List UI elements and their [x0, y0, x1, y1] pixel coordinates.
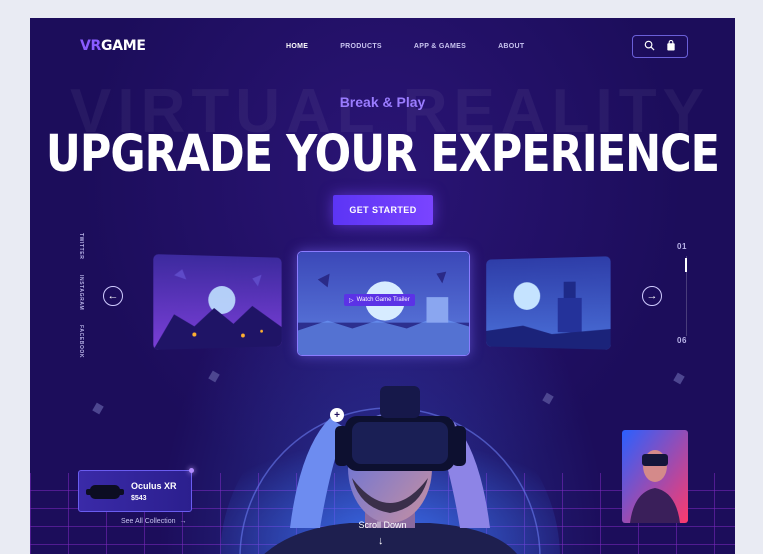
product-price: $543: [131, 495, 147, 502]
product-card[interactable]: Oculus XR $543: [78, 468, 194, 512]
arrow-down-icon[interactable]: ↓: [378, 535, 384, 547]
scroll-down-label: Scroll Down: [358, 520, 407, 530]
product-indicator-dot: [189, 468, 194, 473]
main-nav: HOME PRODUCTS APP & GAMES ABOUT: [286, 43, 524, 50]
game-card-right[interactable]: [486, 256, 611, 350]
game-scene-image: [486, 256, 611, 350]
search-icon[interactable]: [644, 40, 655, 54]
logo-game: GAME: [101, 38, 146, 54]
slider-next-button[interactable]: →: [642, 286, 662, 306]
social-links: TWITTER INSTAGRAM FACEBOOK: [74, 233, 88, 358]
hero-headline: UPGRADE YOUR EXPERIENCE: [45, 125, 720, 184]
slide-total: 06: [677, 336, 687, 345]
watch-trailer-label: Watch Game Trailer: [356, 297, 410, 303]
side-preview-photo[interactable]: [622, 430, 688, 523]
slide-current: 01: [677, 242, 687, 251]
watch-trailer-button[interactable]: ▷ Watch Game Trailer: [344, 294, 415, 306]
landing-page: VRGAME HOME PRODUCTS APP & GAMES ABOUT V…: [30, 18, 735, 554]
arrow-left-icon: ←: [107, 290, 119, 302]
pager-thumb[interactable]: [685, 258, 687, 272]
social-facebook[interactable]: FACEBOOK: [78, 325, 84, 358]
get-started-button[interactable]: GET STARTED: [333, 195, 433, 225]
logo-vr: VR: [80, 38, 102, 54]
plus-icon: +: [334, 409, 340, 421]
social-twitter[interactable]: TWITTER: [78, 233, 84, 259]
nav-icon-group: [632, 35, 688, 58]
shopping-bag-icon[interactable]: [666, 39, 676, 54]
add-hotspot-button[interactable]: +: [330, 408, 344, 422]
arrow-right-icon: →: [646, 290, 658, 302]
vr-headset-icon: [86, 485, 124, 499]
play-icon: ▷: [349, 297, 354, 304]
nav-about[interactable]: ABOUT: [498, 43, 524, 50]
slide-pager: 01 06: [677, 242, 691, 346]
slider-prev-button[interactable]: ←: [103, 286, 123, 306]
game-card-left[interactable]: [153, 254, 282, 350]
hero-eyebrow: Break & Play: [339, 94, 426, 110]
nav-home[interactable]: HOME: [286, 43, 308, 50]
nav-app-games[interactable]: APP & GAMES: [414, 43, 466, 50]
product-name: Oculus XR: [131, 481, 177, 491]
brand-logo[interactable]: VRGAME: [80, 38, 146, 54]
game-scene-image: [153, 254, 282, 350]
nav-products[interactable]: PRODUCTS: [340, 43, 382, 50]
social-instagram[interactable]: INSTAGRAM: [78, 275, 84, 310]
